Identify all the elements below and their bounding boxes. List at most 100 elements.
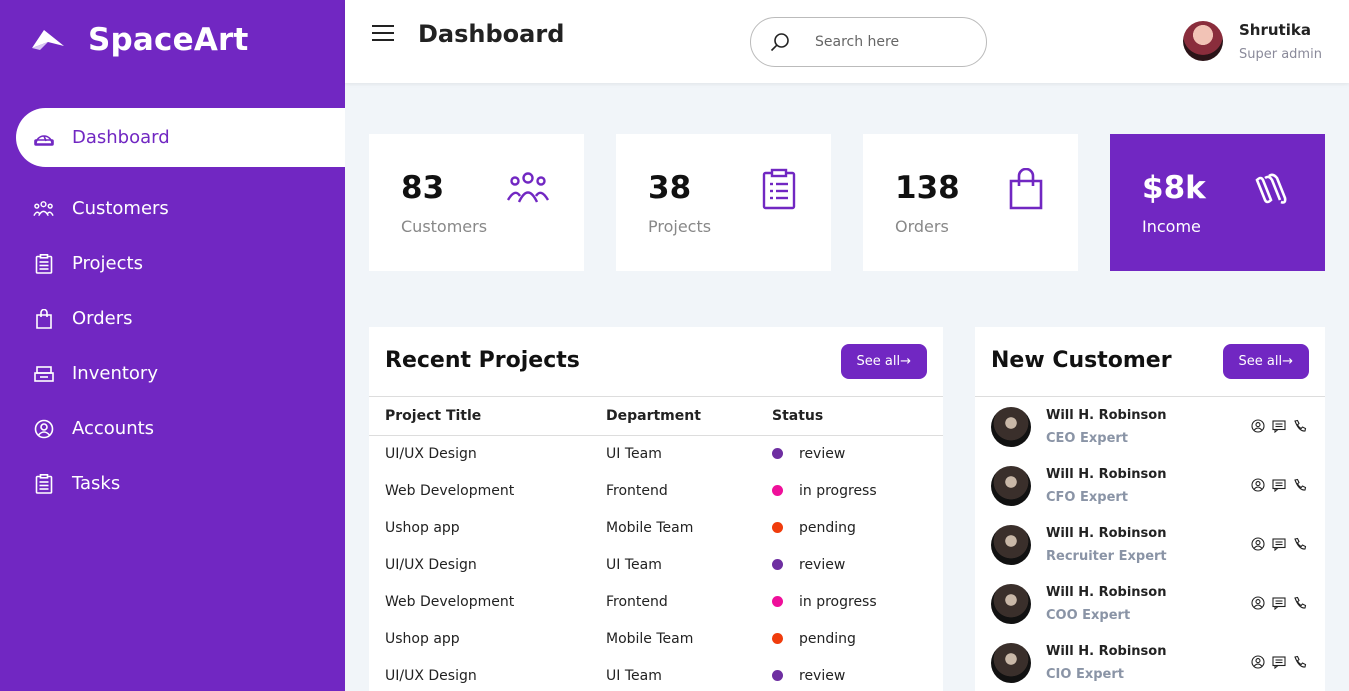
user-name: Shrutika	[1239, 21, 1311, 39]
status-label: pending	[799, 519, 856, 536]
user-circle-icon[interactable]	[1251, 536, 1265, 551]
customer-info: Will H. Robinson CIO Expert	[1046, 644, 1166, 682]
project-title: UI/UX Design	[385, 445, 477, 462]
stat-label: Projects	[648, 217, 712, 236]
project-department: Frontend	[606, 482, 668, 499]
project-department: UI Team	[606, 445, 662, 462]
sidebar-item-orders[interactable]: Orders	[16, 289, 345, 348]
user-circle-icon[interactable]	[1251, 595, 1265, 610]
table-row[interactable]: Ushop app Mobile Team pending	[369, 509, 943, 546]
message-icon[interactable]	[1272, 595, 1286, 611]
status-label: pending	[799, 630, 856, 647]
list-item[interactable]: Will H. Robinson Recruiter Expert	[975, 515, 1325, 574]
inventory-icon	[33, 363, 54, 384]
status-label: review	[799, 667, 846, 684]
sidebar-item-label: Tasks	[72, 473, 121, 494]
clipboard-icon	[761, 168, 797, 214]
project-status: in progress	[772, 472, 943, 509]
list-item[interactable]: Will H. Robinson CEO Expert	[975, 397, 1325, 456]
user-circle-icon[interactable]	[1251, 477, 1265, 492]
list-item[interactable]: Will H. Robinson CIO Expert	[975, 633, 1325, 691]
see-all-projects-button[interactable]: See all→	[840, 344, 927, 379]
stat-value: 138	[895, 170, 960, 206]
brand[interactable]: SpaceArt	[30, 22, 249, 58]
avatar[interactable]	[991, 406, 1031, 447]
dashboard-icon	[33, 127, 54, 148]
phone-icon[interactable]	[1293, 595, 1307, 609]
sidebar-item-inventory[interactable]: Inventory	[16, 344, 345, 403]
stat-card-customers[interactable]: 83 Customers	[369, 134, 584, 271]
customer-role: COO Expert	[1046, 607, 1131, 623]
message-icon[interactable]	[1272, 536, 1286, 552]
list-item[interactable]: Will H. Robinson COO Expert	[975, 574, 1325, 633]
avatar[interactable]	[991, 583, 1031, 624]
project-department: Mobile Team	[606, 630, 694, 647]
see-all-customers-button[interactable]: See all→	[1222, 344, 1309, 379]
avatar[interactable]	[991, 642, 1031, 683]
customer-name: Will H. Robinson	[1046, 407, 1167, 423]
sidebar-item-accounts[interactable]: Accounts	[16, 399, 345, 458]
avatar[interactable]	[1183, 21, 1223, 61]
sidebar-item-label: Inventory	[72, 363, 158, 384]
message-icon[interactable]	[1272, 654, 1286, 670]
table-row[interactable]: Web Development Frontend in progress	[369, 472, 943, 509]
user-role: Super admin	[1239, 47, 1322, 62]
phone-icon[interactable]	[1293, 418, 1307, 432]
customer-info: Will H. Robinson CEO Expert	[1046, 408, 1166, 446]
status-dot	[772, 558, 783, 570]
phone-icon[interactable]	[1293, 536, 1307, 550]
stat-card-projects[interactable]: 38 Projects	[616, 134, 831, 271]
stat-card-orders[interactable]: 138 Orders	[863, 134, 1078, 271]
table-row[interactable]: UI/UX Design UI Team review	[369, 435, 943, 472]
panel-title: New Customer	[991, 348, 1172, 373]
avatar[interactable]	[991, 524, 1031, 565]
user-circle-icon[interactable]	[1251, 418, 1265, 433]
money-icon	[1251, 170, 1291, 214]
customer-actions	[1251, 536, 1307, 552]
table-row[interactable]: UI/UX Design UI Team review	[369, 546, 943, 583]
project-title: UI/UX Design	[385, 556, 477, 573]
sidebar-item-projects[interactable]: Projects	[16, 234, 345, 293]
list-item[interactable]: Will H. Robinson CFO Expert	[975, 456, 1325, 515]
stat-label: Customers	[401, 217, 488, 236]
status-label: review	[799, 445, 846, 462]
customer-info: Will H. Robinson COO Expert	[1046, 585, 1166, 623]
avatar[interactable]	[991, 465, 1031, 506]
phone-icon[interactable]	[1293, 654, 1307, 668]
message-icon[interactable]	[1272, 477, 1286, 493]
stat-label: Orders	[895, 217, 949, 236]
project-title: UI/UX Design	[385, 667, 477, 684]
search-input[interactable]	[815, 34, 965, 50]
sidebar-item-label: Orders	[72, 308, 133, 329]
table-row[interactable]: UI/UX Design UI Team review	[369, 657, 943, 691]
customer-role: Recruiter Expert	[1046, 548, 1167, 564]
status-dot	[772, 595, 783, 607]
sidebar-item-label: Dashboard	[72, 127, 170, 148]
table-row[interactable]: Ushop app Mobile Team pending	[369, 620, 943, 657]
customer-actions	[1251, 595, 1307, 611]
user-circle-icon[interactable]	[1251, 654, 1265, 669]
search-box[interactable]	[750, 17, 987, 67]
user-profile[interactable]: Shrutika Super admin	[1183, 21, 1322, 62]
status-dot	[772, 632, 783, 644]
panel-header: New Customer See all→	[975, 327, 1325, 397]
project-title: Ushop app	[385, 519, 460, 536]
phone-icon[interactable]	[1293, 477, 1307, 491]
table-row[interactable]: Web Development Frontend in progress	[369, 583, 943, 620]
status-label: review	[799, 556, 846, 573]
panel-header: Recent Projects See all→	[369, 327, 943, 397]
sidebar-item-customers[interactable]: Customers	[16, 179, 345, 238]
stat-card-income[interactable]: $8k Income	[1110, 134, 1325, 271]
sidebar-item-dashboard[interactable]: Dashboard	[16, 108, 345, 167]
sidebar-item-tasks[interactable]: Tasks	[16, 454, 345, 513]
search-icon[interactable]	[769, 31, 791, 53]
people-icon	[33, 198, 54, 219]
customer-role: CFO Expert	[1046, 489, 1129, 505]
menu-icon[interactable]	[372, 25, 394, 43]
message-icon[interactable]	[1272, 418, 1286, 434]
sidebar-item-label: Accounts	[72, 418, 155, 439]
column-header: Project Title	[369, 397, 606, 436]
customer-role: CIO Expert	[1046, 666, 1124, 682]
status-dot	[772, 669, 783, 681]
customer-name: Will H. Robinson	[1046, 584, 1167, 600]
